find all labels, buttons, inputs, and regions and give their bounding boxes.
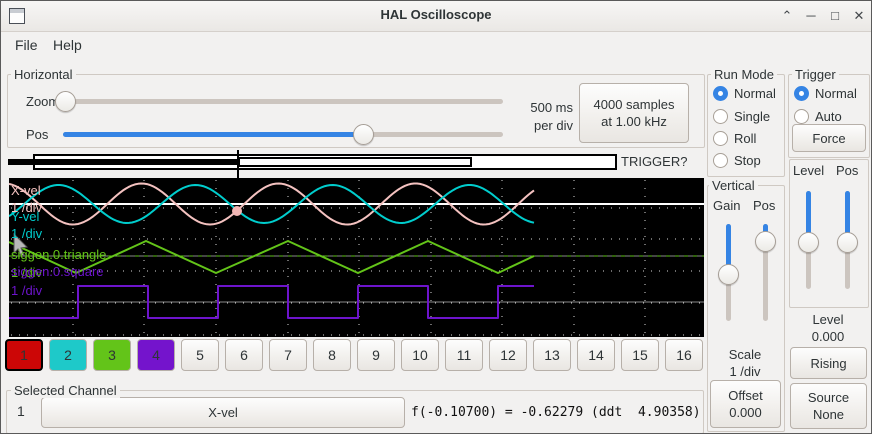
runmode-radio-stop[interactable]: Stop [713,152,761,169]
trigger-source-button[interactable]: Source None [790,383,867,429]
channel-button-4[interactable]: 4 [137,339,175,371]
radio-icon [794,109,809,124]
runmode-roll-label: Roll [734,131,756,146]
trigger-auto-label: Auto [815,109,842,124]
channel-button-15[interactable]: 15 [621,339,659,371]
selected-channel-number: 1 [17,403,25,419]
shade-icon[interactable]: ⌃ [775,6,799,26]
channel-button-2[interactable]: 2 [49,339,87,371]
channel-button-7[interactable]: 7 [269,339,307,371]
runmode-single-label: Single [734,109,770,124]
channel-source-button[interactable]: X-vel [41,397,405,428]
runmode-radio-single[interactable]: Single [713,108,770,125]
channel-buttons: 12345678910111213141516 [5,339,705,371]
radio-icon [713,109,728,124]
channel-button-8[interactable]: 8 [313,339,351,371]
trigger-radio-normal[interactable]: Normal [794,85,857,102]
waveform-plot [9,178,704,337]
radio-icon [713,131,728,146]
vertical-pos-slider-handle[interactable] [755,231,776,252]
channel2-name-label: Y-vel [11,209,39,224]
horizontal-frame-label: Horizontal [11,67,76,82]
runmode-stop-label: Stop [734,153,761,168]
runmode-radio-roll[interactable]: Roll [713,130,756,147]
selected-channel-frame-label: Selected Channel [11,383,120,398]
gain-slider-handle[interactable] [718,264,739,285]
samples-line2: at 1.00 kHz [601,113,667,130]
time-per-div-value: 500 ms [509,100,573,115]
channel-button-16[interactable]: 16 [665,339,703,371]
menu-bar: File Help [1,31,871,57]
channel-button-5[interactable]: 5 [181,339,219,371]
trigger-level-value: 0.000 [788,329,868,344]
radio-icon [713,153,728,168]
pos-slider-handle[interactable] [353,124,374,145]
vertical-frame-label: Vertical [709,178,758,193]
trigger-level-label: Level [793,163,824,178]
channel-button-12[interactable]: 12 [489,339,527,371]
radio-icon [794,86,809,101]
channel-value-readout: f(-0.10700) = -0.62279 (ddt 4.90358) [411,405,701,420]
close-icon[interactable]: ✕ [847,6,871,26]
record-captured-bar [8,159,238,165]
channel4-scale-label: 1 /div [11,283,42,298]
maximize-icon[interactable]: □ [823,6,847,26]
channel3-name-label: siggen.0.triangle [11,247,106,262]
pos-slider-fill [63,132,363,137]
channel-button-11[interactable]: 11 [445,339,483,371]
run-mode-frame-label: Run Mode [711,67,777,82]
samples-line1: 4000 samples [594,96,675,113]
trigger-status: TRIGGER? [621,154,703,169]
minimize-icon[interactable]: ─ [799,6,823,26]
trigger-radio-auto[interactable]: Auto [794,108,842,125]
channel4-name-label: siggen.0.square [11,264,104,279]
trigger-source-value: None [813,406,844,423]
channel-button-1[interactable]: 1 [5,339,43,371]
channel-button-10[interactable]: 10 [401,339,439,371]
pos-label: Pos [26,127,48,142]
scale-value: 1 /div [707,364,783,379]
time-per-div-units: per div [509,118,573,133]
title-bar[interactable]: HAL Oscilloscope ⌃ ─ □ ✕ [1,1,871,32]
radio-icon [713,86,728,101]
gain-label: Gain [713,198,740,213]
offset-button[interactable]: Offset 0.000 [710,380,781,428]
vertical-pos-label: Pos [753,198,775,213]
trigger-position-marker [237,150,239,179]
record-view-window[interactable] [238,157,472,167]
samples-button[interactable]: 4000 samples at 1.00 kHz [579,83,689,143]
channel-button-14[interactable]: 14 [577,339,615,371]
zoom-slider-handle[interactable] [55,91,76,112]
trigger-edge-button[interactable]: Rising [790,347,867,379]
trigger-pos-slider-handle[interactable] [837,232,858,253]
hal-oscilloscope-window: HAL Oscilloscope ⌃ ─ □ ✕ File Help Horiz… [0,0,872,434]
menu-file[interactable]: File [9,35,44,55]
trigger-frame-label: Trigger [792,67,839,82]
channel-button-6[interactable]: 6 [225,339,263,371]
channel2-scale-label: 1 /div [11,226,42,241]
offset-label: Offset [728,387,762,404]
trigger-source-label: Source [808,389,849,406]
channel-button-9[interactable]: 9 [357,339,395,371]
runmode-radio-normal[interactable]: Normal [713,85,776,102]
menu-help[interactable]: Help [47,35,88,55]
scale-label: Scale [707,347,783,362]
channel1-name-label: X-vel [11,183,41,198]
trigger-level-value-label: Level [788,312,868,327]
zoom-slider-track[interactable] [63,99,503,104]
scope-display[interactable]: X-vel 1 /div Y-vel 1 /div siggen.0.trian… [9,178,704,337]
trigger-normal-label: Normal [815,86,857,101]
runmode-normal-label: Normal [734,86,776,101]
offset-value: 0.000 [729,404,762,421]
trigger-level-slider-handle[interactable] [798,232,819,253]
trigger-pos-label: Pos [836,163,858,178]
channel-button-13[interactable]: 13 [533,339,571,371]
channel-button-3[interactable]: 3 [93,339,131,371]
window-title: HAL Oscilloscope [1,7,871,22]
force-button[interactable]: Force [792,124,866,152]
